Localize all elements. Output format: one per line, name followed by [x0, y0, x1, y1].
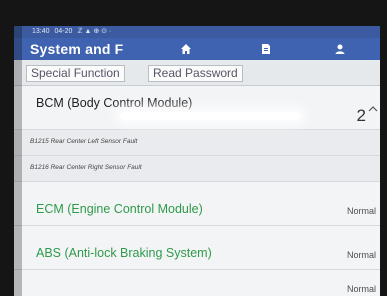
user-icon[interactable]	[334, 43, 346, 55]
tab-special-function[interactable]: Special Function	[26, 65, 125, 82]
status-normal: Normal	[346, 250, 376, 260]
module-row-abs[interactable]: ABS (Anti-lock Braking System) Normal	[14, 226, 380, 270]
status-bar: 13:40 04-20 ℤ ▲ ⊕ ⊙ ·	[14, 26, 380, 38]
status-normal: Normal	[346, 206, 376, 216]
module-name: ABS (Anti-lock Braking System)	[36, 246, 212, 260]
screen-glare	[120, 112, 300, 120]
tab-read-password[interactable]: Read Password	[148, 65, 243, 82]
chevron-up-icon[interactable]	[368, 104, 378, 114]
module-row-ecm[interactable]: ECM (Engine Control Module) Normal	[14, 182, 380, 226]
home-icon[interactable]	[180, 43, 192, 55]
status-date: 04-20	[54, 28, 73, 35]
title-bar: System and F	[14, 38, 380, 60]
fault-code-text: B1216 Rear Center Right Sensor Fault	[30, 164, 142, 171]
edge-shadow	[14, 26, 22, 296]
module-row-bcm[interactable]: BCM (Body Control Module) 2	[14, 86, 380, 130]
document-icon[interactable]	[260, 43, 272, 55]
module-row[interactable]: Normal	[14, 270, 380, 296]
page-title: System and F	[30, 41, 124, 57]
status-normal: Normal	[346, 284, 376, 294]
fault-item: B1215 Rear Center Left Sensor Fault	[14, 130, 380, 156]
function-tabs: Special Function Read Password	[14, 60, 380, 86]
status-icons: ℤ ▲ ⊕ ⊙ ·	[77, 28, 112, 35]
fault-count: 2	[356, 106, 366, 125]
status-time: 13:40	[32, 28, 50, 35]
fault-code-text: B1215 Rear Center Left Sensor Fault	[30, 138, 138, 145]
fault-item: B1216 Rear Center Right Sensor Fault	[14, 156, 380, 182]
module-name: ECM (Engine Control Module)	[36, 202, 203, 216]
module-name: BCM (Body Control Module)	[36, 96, 193, 110]
